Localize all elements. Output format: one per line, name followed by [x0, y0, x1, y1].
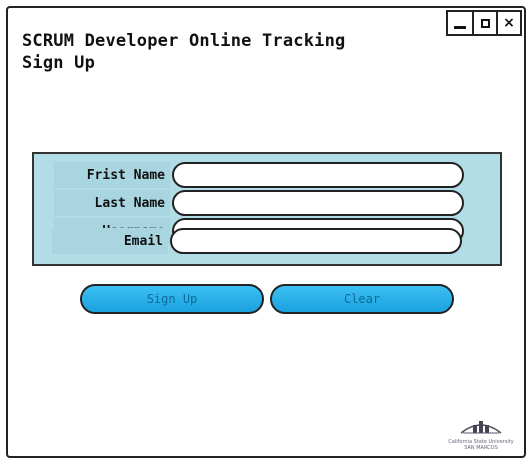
maximize-button[interactable] [472, 12, 496, 34]
university-logo-line2: SAN MARCOS [464, 445, 498, 451]
clear-button[interactable]: Clear [270, 284, 454, 314]
first-name-row: Frist Name [54, 162, 464, 188]
last-name-label: Last Name [54, 190, 170, 216]
app-title: SCRUM Developer Online Tracking [22, 31, 346, 51]
minimize-button[interactable] [448, 12, 472, 34]
page-subtitle: Sign Up [22, 53, 96, 73]
university-logo: California State University SAN MARCOS [446, 415, 516, 451]
university-logo-icon [460, 421, 502, 434]
page-title: SCRUM Developer Online Tracking Sign Up [22, 30, 345, 74]
close-button[interactable]: × [496, 12, 520, 34]
email-label: Email [52, 228, 168, 254]
app-window: × SCRUM Developer Online Tracking Sign U… [6, 6, 526, 458]
last-name-input[interactable] [172, 190, 464, 216]
close-icon: × [503, 15, 515, 31]
first-name-label: Frist Name [54, 162, 170, 188]
email-input[interactable] [170, 228, 462, 254]
email-row: Email [52, 228, 462, 254]
maximize-icon [480, 18, 490, 28]
window-controls: × [446, 10, 522, 36]
last-name-row: Last Name [54, 190, 464, 216]
minimize-icon [454, 25, 466, 29]
first-name-input[interactable] [172, 162, 464, 188]
signup-button[interactable]: Sign Up [80, 284, 264, 314]
